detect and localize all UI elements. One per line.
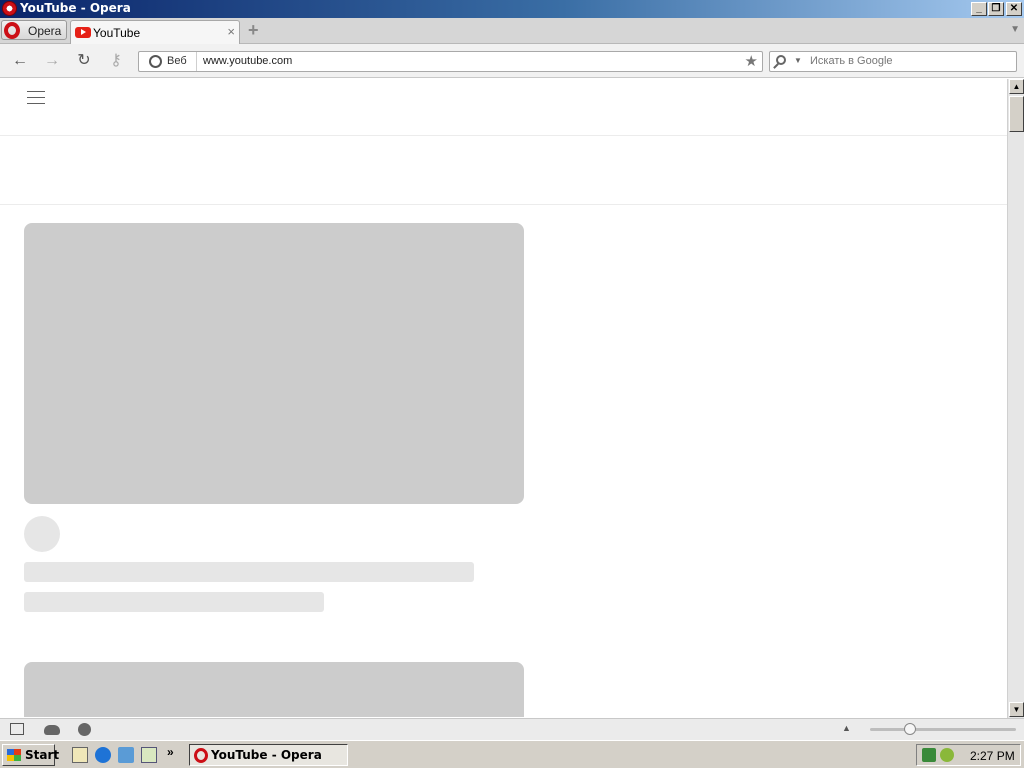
- show-desktop-icon[interactable]: [72, 747, 88, 763]
- window-title: YouTube - Opera: [20, 1, 131, 15]
- video-thumbnail-placeholder: [24, 662, 524, 717]
- clock[interactable]: 2:27 PM: [970, 749, 1015, 763]
- status-bar: ▲: [0, 718, 1024, 740]
- navigation-bar: ← → ↻ ⚷ Веб www.youtube.com ★ ▼ Искать в…: [0, 44, 1024, 78]
- opera-logo-icon: [194, 748, 208, 763]
- zoom-slider-knob[interactable]: [904, 723, 916, 735]
- cloud-icon[interactable]: [44, 725, 60, 735]
- opera-logo-icon: [2, 1, 17, 16]
- restore-button[interactable]: ❐: [988, 2, 1004, 16]
- vertical-scrollbar[interactable]: ▲ ▼: [1007, 79, 1024, 718]
- security-icon[interactable]: [940, 748, 954, 762]
- chips-divider: [0, 204, 1007, 205]
- internet-explorer-icon[interactable]: [95, 747, 111, 763]
- search-icon: [776, 55, 786, 65]
- url-input[interactable]: www.youtube.com: [203, 55, 292, 67]
- hamburger-icon[interactable]: [27, 90, 45, 104]
- address-badge[interactable]: Веб: [139, 52, 197, 71]
- star-icon[interactable]: ★: [745, 52, 758, 70]
- avatar-placeholder: [24, 516, 60, 552]
- scroll-up-icon[interactable]: ▲: [1009, 79, 1024, 94]
- panel-toggle-icon[interactable]: [10, 723, 24, 735]
- meta-line-placeholder: [24, 592, 324, 612]
- network-icon[interactable]: [922, 748, 936, 762]
- tab-label: YouTube: [93, 26, 141, 40]
- address-badge-label: Веб: [167, 55, 187, 67]
- zoom-slider[interactable]: [870, 728, 1016, 731]
- taskbar-button-label: YouTube - Opera: [211, 748, 322, 762]
- page-content: [0, 79, 1007, 717]
- minimize-button[interactable]: _: [971, 2, 987, 16]
- address-bar[interactable]: Веб www.youtube.com ★: [138, 51, 763, 72]
- taskbar-button-opera[interactable]: YouTube - Opera: [189, 744, 348, 766]
- system-tray: 2:27 PM: [916, 744, 1021, 766]
- windows-logo-icon: [7, 749, 21, 761]
- close-tab-icon[interactable]: ×: [227, 24, 235, 39]
- start-button[interactable]: Start: [2, 744, 59, 766]
- back-arrow-icon[interactable]: ←: [10, 52, 30, 70]
- globe-icon: [149, 55, 162, 68]
- close-window-button[interactable]: ✕: [1006, 2, 1022, 16]
- tab-list-chevron-icon[interactable]: ▼: [1010, 24, 1020, 35]
- window-title-bar[interactable]: YouTube - Opera _ ❐ ✕: [0, 0, 1024, 18]
- search-engine-dropdown-icon[interactable]: ▼: [794, 56, 802, 65]
- quick-launch-overflow[interactable]: »: [167, 745, 174, 759]
- key-icon[interactable]: ⚷: [106, 52, 126, 70]
- outlook-express-icon[interactable]: [118, 747, 134, 763]
- opera-menu-label: Opera: [28, 24, 62, 38]
- video-thumbnail-placeholder: [24, 223, 524, 504]
- opera-logo-icon: [4, 22, 20, 39]
- reload-icon[interactable]: ↻: [74, 52, 94, 70]
- scrollbar-thumb[interactable]: [1009, 96, 1024, 132]
- header-divider: [0, 135, 1007, 136]
- youtube-icon: [75, 27, 91, 38]
- taskbar: Start » YouTube - Opera 2:27 PM: [0, 740, 1024, 768]
- scroll-down-icon[interactable]: ▼: [1009, 702, 1024, 717]
- search-field[interactable]: ▼ Искать в Google: [769, 51, 1017, 72]
- title-line-placeholder: [24, 562, 474, 582]
- new-tab-button[interactable]: +: [248, 21, 264, 39]
- opera-menu-button[interactable]: Opera: [1, 20, 67, 40]
- tab-bar: Opera YouTube × + ▼: [0, 18, 1024, 45]
- search-icon[interactable]: [141, 747, 157, 763]
- start-label: Start: [25, 748, 60, 762]
- forward-arrow-icon[interactable]: →: [42, 52, 62, 70]
- tab-youtube[interactable]: YouTube ×: [70, 20, 240, 45]
- search-placeholder: Искать в Google: [810, 55, 893, 67]
- zoom-up-icon[interactable]: ▲: [842, 723, 851, 733]
- speed-dial-icon[interactable]: [78, 723, 91, 736]
